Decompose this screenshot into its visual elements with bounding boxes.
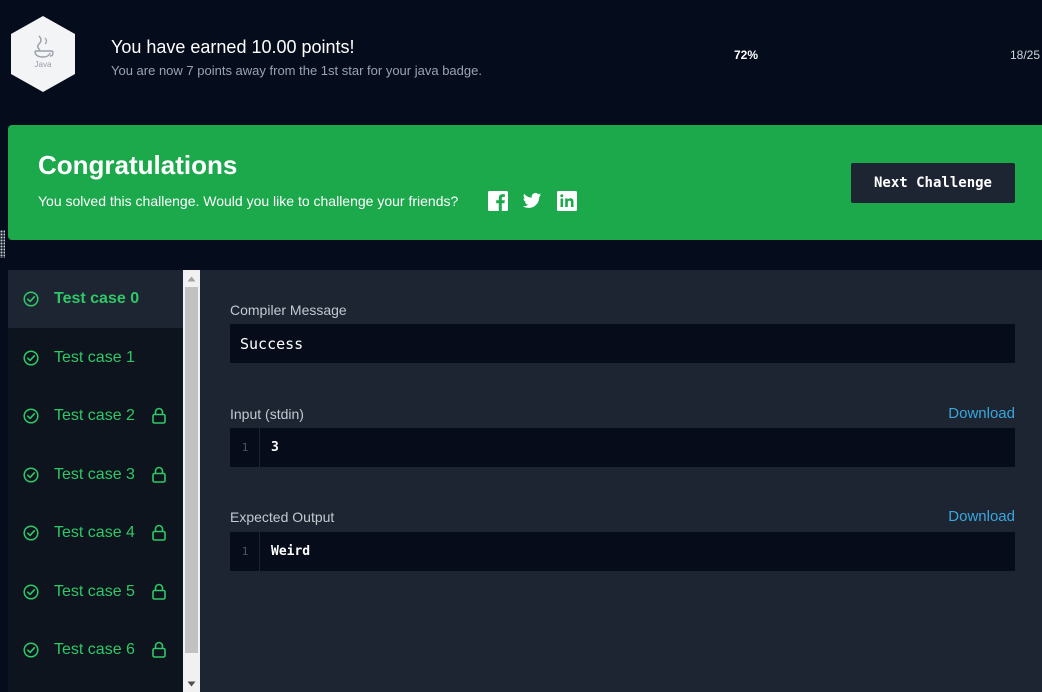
- expected-output-download-link[interactable]: Download: [948, 508, 1015, 525]
- check-circle-icon: [23, 291, 39, 307]
- facebook-icon[interactable]: [488, 191, 508, 211]
- test-case-label: Test case 4: [54, 524, 135, 541]
- test-case-item[interactable]: Test case 4: [8, 504, 183, 562]
- test-case-label: Test case 5: [54, 582, 135, 600]
- test-case-label: Test case 6: [54, 641, 135, 658]
- check-circle-icon: [23, 349, 39, 366]
- scroll-down-arrow-icon[interactable]: [183, 675, 200, 692]
- test-case-output-panel: Compiler Message Success Input (stdin) D…: [200, 270, 1042, 692]
- test-case-item[interactable]: Test case 6: [8, 621, 183, 679]
- input-label: Input (stdin): [230, 406, 304, 422]
- input-download-link[interactable]: Download: [948, 405, 1015, 422]
- congratulations-banner: Congratulations You solved this challeng…: [8, 125, 1042, 240]
- compiler-message-label: Compiler Message: [230, 302, 347, 318]
- line-number: 1: [241, 545, 249, 558]
- expected-output-box: 1 Weird: [230, 532, 1015, 571]
- lock-icon: [152, 641, 166, 658]
- test-case-label: Test case 3: [54, 465, 135, 483]
- test-case-item[interactable]: Test case 5: [8, 563, 183, 621]
- check-circle-icon: [23, 583, 39, 600]
- test-case-item[interactable]: Test case 2: [8, 387, 183, 445]
- line-number: 1: [241, 441, 249, 454]
- input-box: 1 3: [230, 428, 1015, 467]
- twitter-icon[interactable]: [522, 191, 542, 211]
- test-case-item[interactable]: Test case 3: [8, 446, 183, 504]
- progress-count: 18/25: [1010, 48, 1041, 62]
- line-gutter: 1: [230, 428, 260, 467]
- linkedin-icon[interactable]: [557, 191, 577, 211]
- check-circle-icon: [23, 525, 39, 541]
- java-badge: Java: [8, 14, 78, 94]
- test-case-label: Test case 2: [54, 407, 135, 424]
- line-gutter: 1: [230, 532, 260, 571]
- check-circle-icon: [23, 642, 39, 658]
- top-header: Java You have earned 10.00 points! You a…: [0, 0, 1042, 112]
- expected-output-label: Expected Output: [230, 509, 335, 525]
- test-case-label: Test case 0: [54, 290, 140, 307]
- expected-output-value: Weird: [271, 544, 311, 559]
- check-circle-icon: [23, 408, 39, 424]
- check-circle-icon: [23, 466, 39, 483]
- points-earned-subtitle: You are now 7 points away from the 1st s…: [111, 63, 482, 78]
- progress-percent: 72%: [734, 48, 759, 62]
- next-challenge-button[interactable]: Next Challenge: [851, 163, 1015, 203]
- test-case-item[interactable]: Test case 1: [8, 329, 183, 387]
- badge-label: Java: [34, 60, 52, 69]
- points-earned-title: You have earned 10.00 points!: [111, 37, 355, 57]
- test-case-list: Test case 0 Test case 1 Test case 2 Test ca…: [8, 270, 183, 692]
- lock-icon: [152, 524, 166, 541]
- test-case-label: Test case 1: [54, 348, 135, 366]
- sidebar-scrollbar[interactable]: [183, 270, 200, 692]
- test-case-item[interactable]: Test case 0: [8, 270, 183, 328]
- banner-title: Congratulations: [38, 150, 238, 180]
- lock-icon: [152, 583, 166, 600]
- scroll-up-arrow-icon[interactable]: [183, 270, 200, 287]
- lock-icon: [152, 407, 166, 424]
- compiler-message-box: Success: [230, 324, 1015, 363]
- banner-subtitle: You solved this challenge. Would you lik…: [38, 193, 459, 209]
- lock-icon: [152, 466, 166, 483]
- input-value: 3: [271, 440, 279, 455]
- hexagon-badge-icon: [11, 16, 75, 92]
- compiler-message-text: Success: [240, 335, 304, 353]
- scroll-thumb[interactable]: [185, 287, 198, 653]
- drag-handle[interactable]: [0, 230, 5, 258]
